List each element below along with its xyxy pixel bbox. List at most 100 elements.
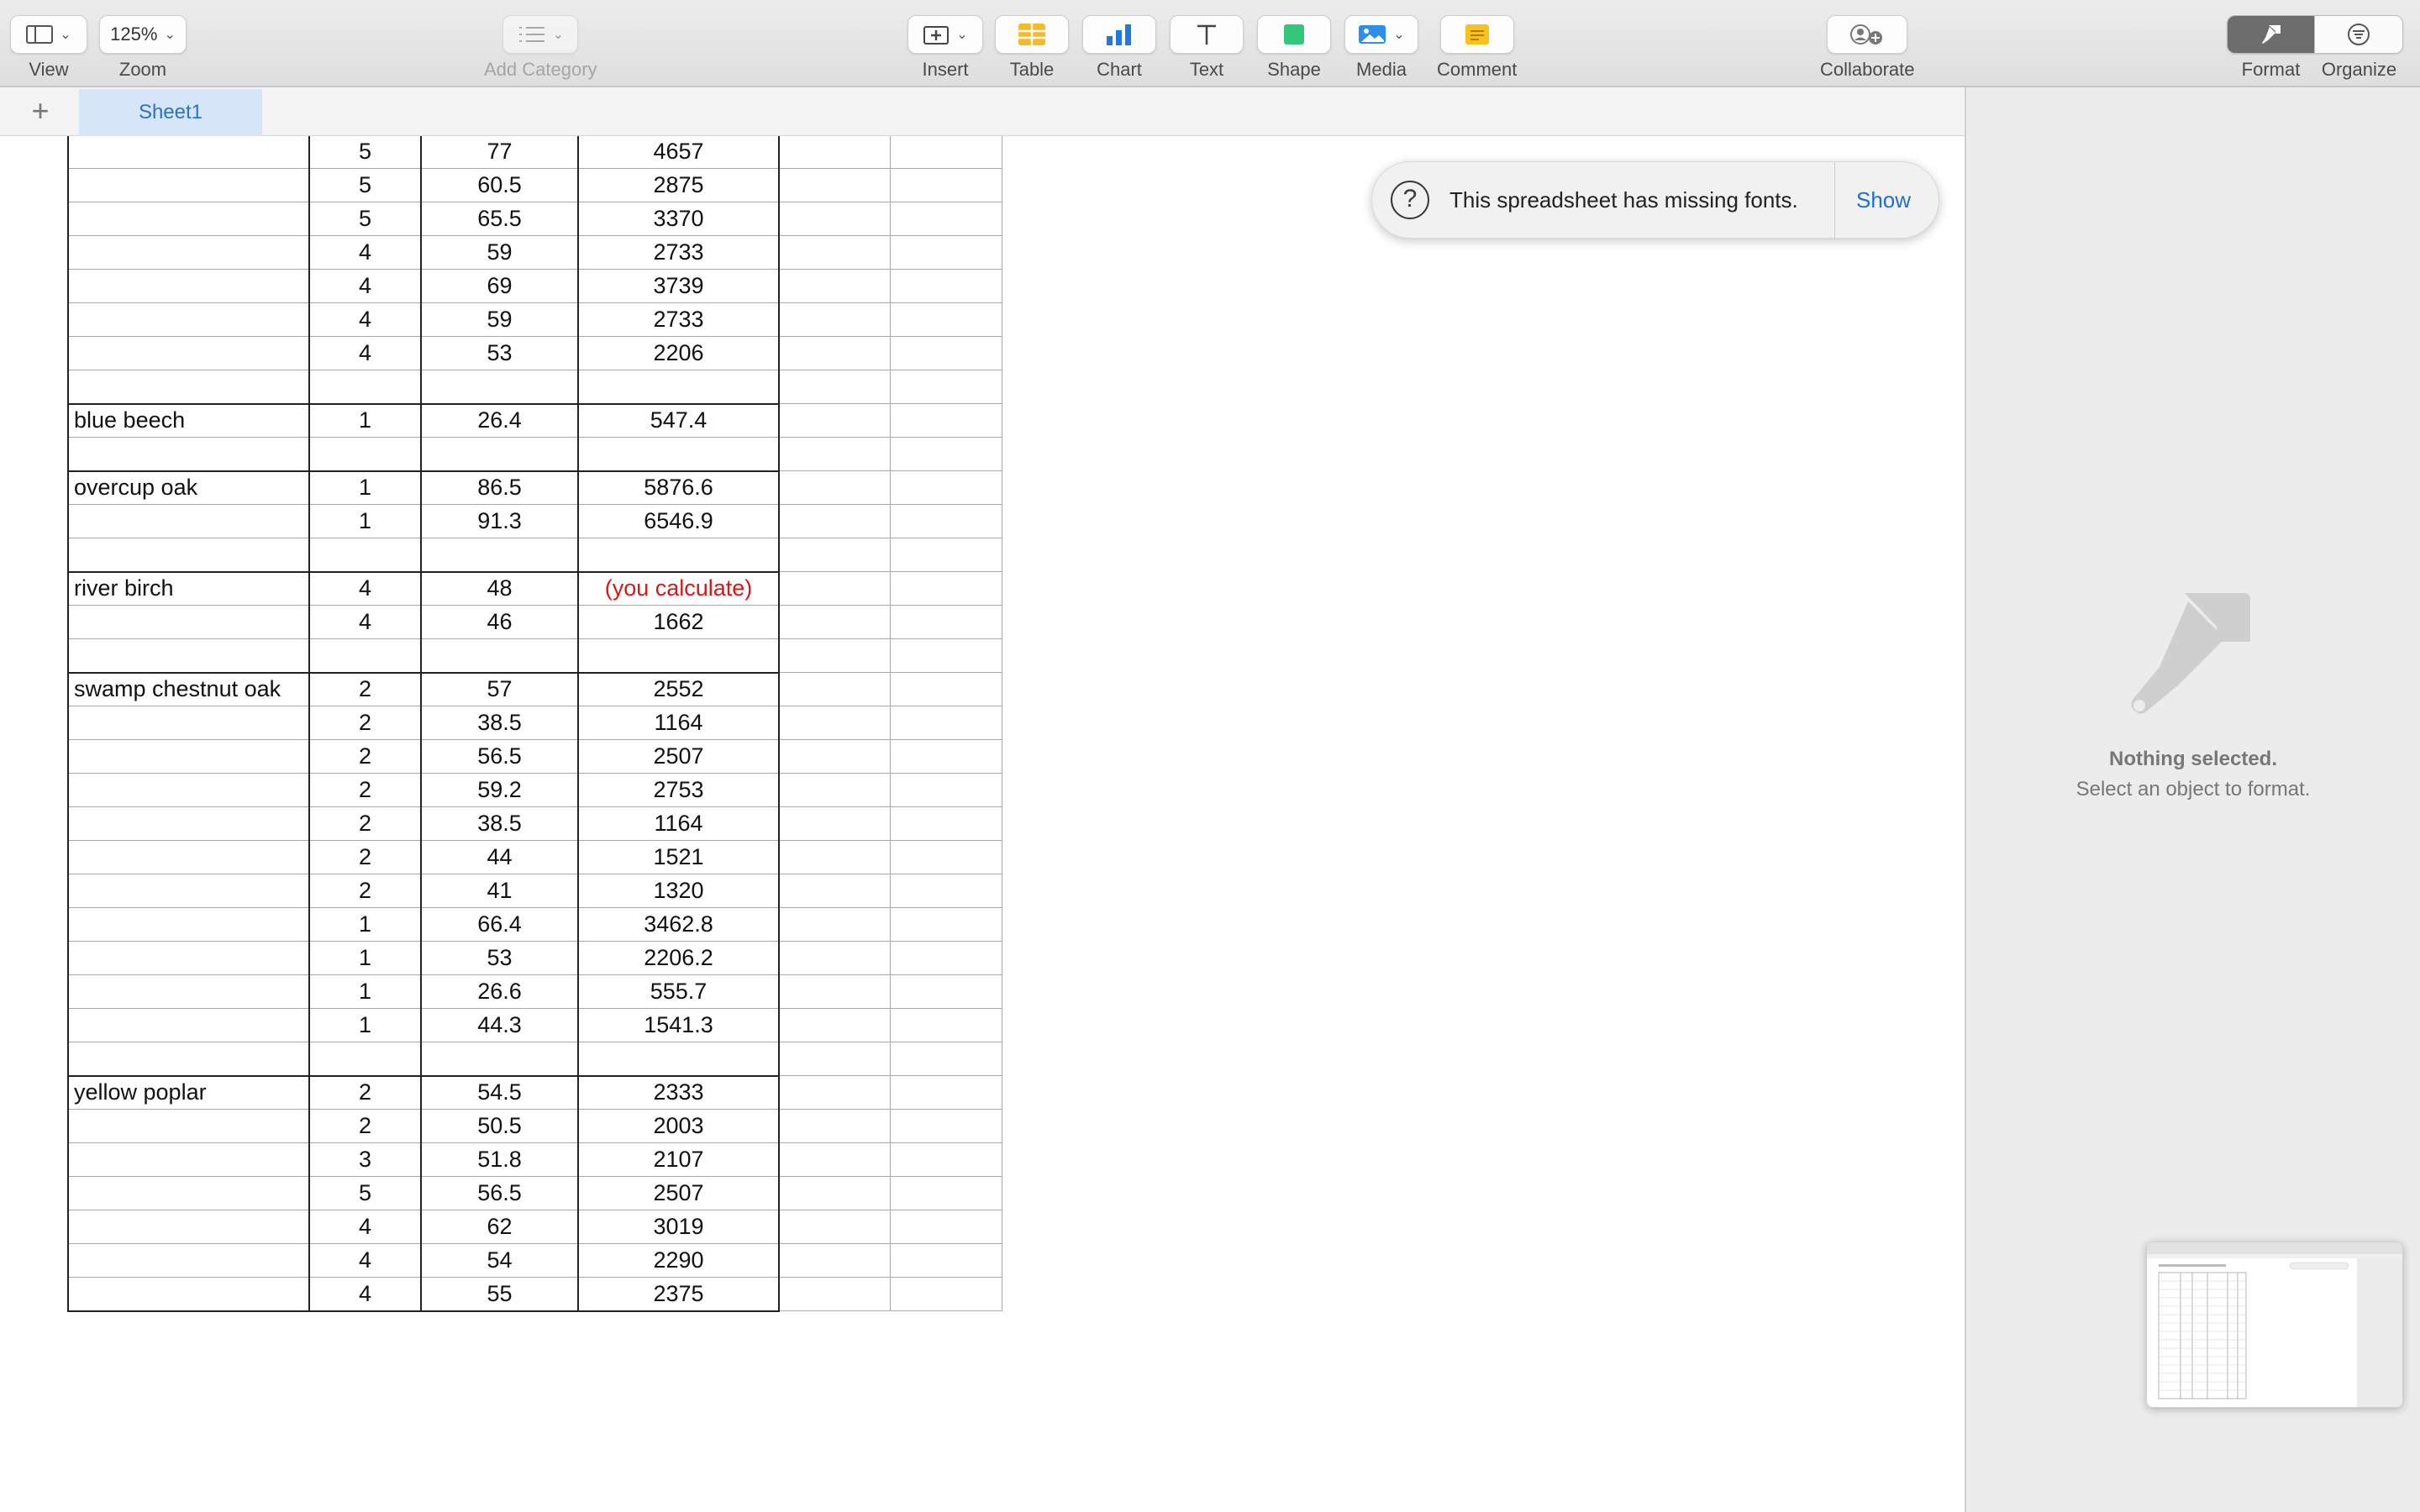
view-button[interactable]: ⌄ (10, 15, 87, 54)
table-cell[interactable]: 3019 (577, 1210, 780, 1244)
text-button[interactable] (1170, 15, 1244, 54)
table-cell[interactable]: 5 (308, 136, 422, 169)
table-cell[interactable] (577, 370, 780, 405)
table-cell[interactable]: 1 (308, 504, 422, 538)
table-cell[interactable] (778, 202, 891, 236)
table-cell[interactable]: 6546.9 (577, 504, 780, 538)
media-control[interactable]: ⌄ Media (1344, 15, 1418, 81)
table-cell[interactable] (889, 136, 1002, 169)
table-cell[interactable] (889, 638, 1002, 673)
table-cell[interactable] (889, 202, 1002, 236)
table-cell[interactable]: 1 (308, 974, 422, 1009)
page-thumbnail[interactable] (2146, 1242, 2403, 1408)
show-fonts-button[interactable]: Show (1856, 187, 1911, 213)
table-cell[interactable] (889, 571, 1002, 606)
table-cell[interactable]: 2507 (577, 1176, 780, 1210)
table-cell[interactable] (889, 974, 1002, 1009)
table-cell[interactable] (778, 302, 891, 337)
table-cell[interactable]: 2107 (577, 1142, 780, 1177)
table-cell[interactable] (778, 806, 891, 841)
table-cell[interactable]: 4 (308, 302, 422, 337)
table-cell[interactable] (778, 168, 891, 202)
zoom-control[interactable]: 125% ⌄ Zoom (99, 15, 187, 81)
table-cell[interactable] (889, 1176, 1002, 1210)
table-cell[interactable]: 41 (420, 874, 579, 908)
table-cell[interactable] (778, 403, 891, 438)
comment-button[interactable] (1439, 15, 1514, 54)
table-cell[interactable]: 2 (308, 1074, 422, 1110)
table-cell[interactable] (67, 336, 310, 370)
table-cell[interactable]: 48 (420, 570, 579, 606)
table-cell[interactable] (67, 974, 310, 1009)
table-cell[interactable]: 1 (308, 402, 422, 438)
table-cell[interactable]: 2 (308, 706, 422, 740)
table-cell[interactable] (67, 235, 310, 270)
format-button[interactable] (2228, 16, 2314, 53)
media-button[interactable]: ⌄ (1344, 15, 1418, 54)
table-cell[interactable] (778, 336, 891, 370)
table-cell[interactable] (308, 1042, 422, 1077)
table-cell[interactable] (778, 504, 891, 538)
table-cell[interactable] (67, 302, 310, 337)
text-control[interactable]: Text (1170, 15, 1244, 81)
table-cell[interactable]: 1 (308, 907, 422, 942)
table-cell[interactable]: 1 (308, 470, 422, 505)
table-cell[interactable] (778, 235, 891, 270)
table-cell[interactable]: 2290 (577, 1243, 780, 1278)
table-cell[interactable]: 56.5 (420, 1176, 579, 1210)
table-cell[interactable] (889, 1142, 1002, 1177)
table-cell[interactable]: 46 (420, 605, 579, 639)
table-cell[interactable]: 38.5 (420, 806, 579, 841)
table-cell[interactable] (778, 470, 891, 505)
table-cell[interactable]: 5876.6 (577, 470, 780, 505)
table-cell[interactable]: 555.7 (577, 974, 780, 1009)
table-cell[interactable] (67, 1176, 310, 1210)
table-cell[interactable]: 59 (420, 235, 579, 270)
table-cell[interactable] (778, 941, 891, 975)
table-cell[interactable]: 2552 (577, 671, 780, 706)
table-cell[interactable] (889, 1277, 1002, 1311)
table-cell[interactable] (67, 941, 310, 975)
table-cell[interactable] (889, 874, 1002, 908)
table-cell[interactable]: yellow poplar (67, 1074, 310, 1110)
table-cell[interactable] (67, 437, 310, 472)
table-cell[interactable] (889, 706, 1002, 740)
table-cell[interactable]: swamp chestnut oak (67, 671, 310, 706)
table-cell[interactable] (67, 370, 310, 405)
table-cell[interactable] (889, 739, 1002, 774)
table-cell[interactable] (67, 638, 310, 674)
table-cell[interactable]: 4 (308, 570, 422, 606)
table-cell[interactable] (577, 1042, 780, 1077)
chart-control[interactable]: Chart (1082, 15, 1156, 81)
table-cell[interactable] (778, 706, 891, 740)
comment-control[interactable]: Comment (1437, 15, 1517, 81)
table-cell[interactable]: river birch (67, 570, 310, 606)
table-cell[interactable]: 2 (308, 840, 422, 874)
table-button[interactable] (995, 15, 1069, 54)
table-cell[interactable]: 53 (420, 336, 579, 370)
table-cell[interactable] (67, 538, 310, 573)
shape-control[interactable]: Shape (1257, 15, 1331, 81)
collaborate-button[interactable] (1827, 15, 1908, 54)
table-cell[interactable]: 38.5 (420, 706, 579, 740)
table-cell[interactable] (67, 874, 310, 908)
table-cell[interactable]: 2 (308, 773, 422, 807)
table-cell[interactable]: 62 (420, 1210, 579, 1244)
table-cell[interactable] (778, 773, 891, 807)
table-cell[interactable]: 44.3 (420, 1008, 579, 1042)
table-cell[interactable] (889, 370, 1002, 404)
table-cell[interactable]: 2 (308, 739, 422, 774)
table-cell[interactable] (889, 504, 1002, 538)
table-cell[interactable] (67, 1142, 310, 1177)
table-cell[interactable]: 54.5 (420, 1074, 579, 1110)
table-cell[interactable] (889, 1042, 1002, 1076)
table-cell[interactable] (778, 1109, 891, 1143)
table-cell[interactable] (889, 605, 1002, 639)
table-cell[interactable] (420, 1042, 579, 1077)
table-cell[interactable]: 1 (308, 1008, 422, 1042)
table-cell[interactable] (577, 437, 780, 472)
table-cell[interactable]: 3370 (577, 202, 780, 236)
table-cell[interactable] (778, 1210, 891, 1244)
table-cell[interactable]: 57 (420, 671, 579, 706)
table-cell[interactable]: 4 (308, 605, 422, 639)
